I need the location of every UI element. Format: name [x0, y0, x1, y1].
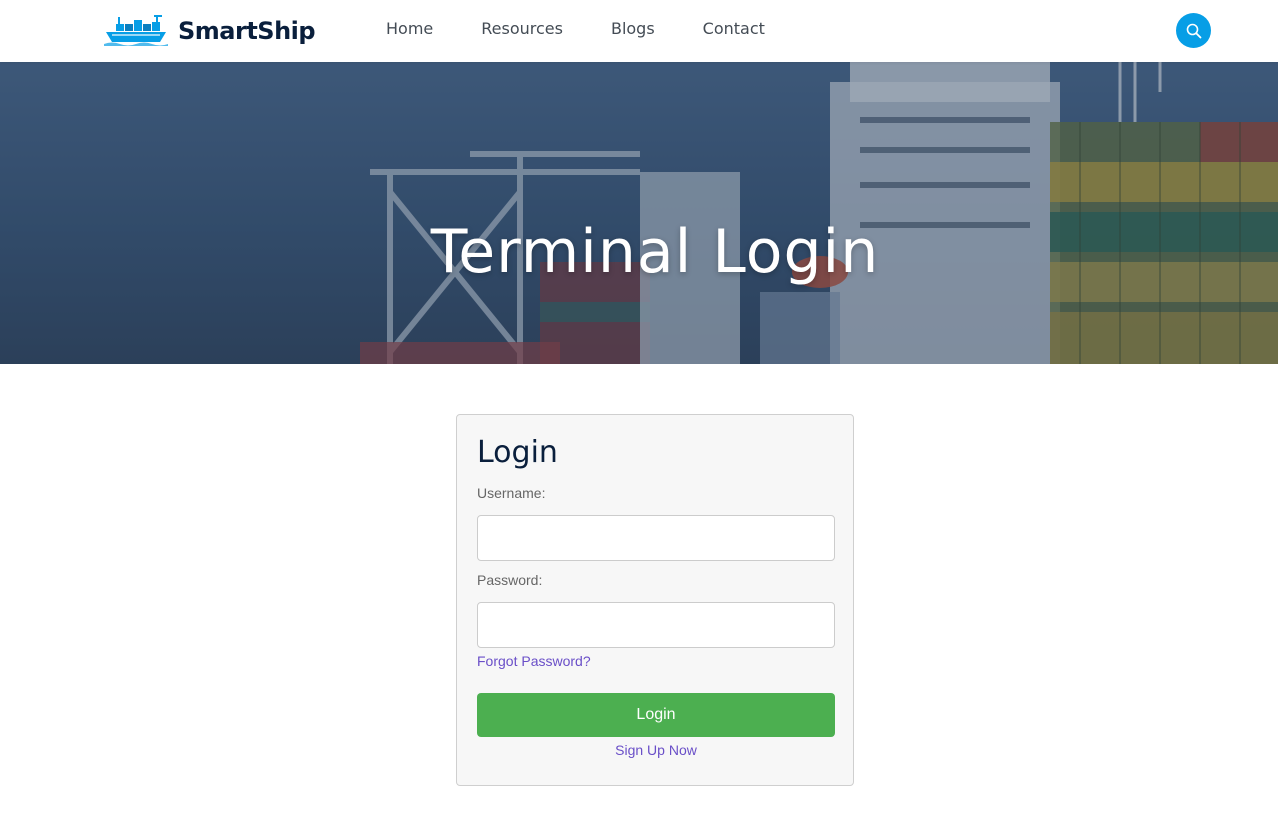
username-input[interactable] [477, 515, 835, 561]
brand-logo[interactable]: SmartShip [104, 13, 316, 49]
nav-home[interactable]: Home [386, 18, 433, 40]
login-heading: Login [477, 435, 558, 470]
sign-up-link[interactable]: Sign Up Now [457, 742, 855, 758]
page-title: Terminal Login [430, 217, 880, 288]
login-button[interactable]: Login [477, 693, 835, 737]
hero-banner: Terminal Login [0, 62, 1278, 364]
password-input[interactable] [477, 602, 835, 648]
site-header: SmartShip Home Resources Blogs Contact [0, 0, 1278, 62]
forgot-password-link[interactable]: Forgot Password? [477, 653, 591, 669]
login-card: Login Username: Password: Forgot Passwor… [456, 414, 854, 786]
username-label: Username: [477, 485, 546, 501]
cargo-ship-icon [104, 15, 168, 46]
search-button[interactable] [1176, 13, 1211, 48]
password-label: Password: [477, 572, 543, 588]
nav-contact[interactable]: Contact [703, 18, 765, 40]
main-nav: Home Resources Blogs Contact [386, 18, 813, 40]
search-icon [1186, 23, 1201, 38]
brand-name: SmartShip [178, 17, 316, 45]
nav-blogs[interactable]: Blogs [611, 18, 655, 40]
nav-resources[interactable]: Resources [481, 18, 563, 40]
